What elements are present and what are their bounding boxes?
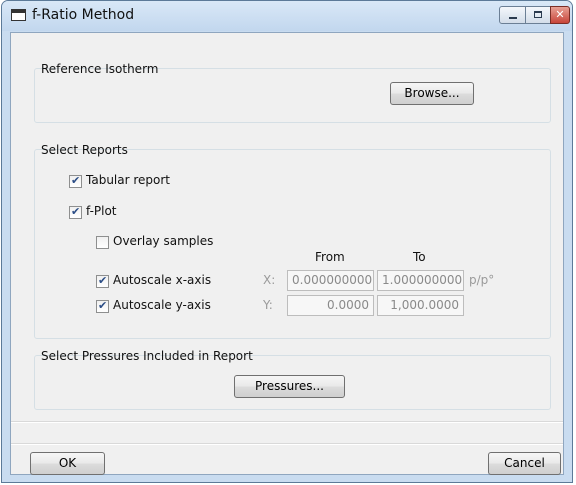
close-icon: ✕ [555, 8, 565, 21]
autoscale-y-label[interactable]: Autoscale y-axis [113, 298, 211, 312]
pressures-button[interactable]: Pressures... [234, 375, 345, 398]
y-from-field[interactable]: 0.0000 [287, 295, 374, 316]
footer-separator [11, 421, 563, 423]
close-button[interactable]: ✕ [550, 6, 570, 24]
maximize-icon [534, 11, 542, 18]
x-axis-unit: p/p° [469, 273, 495, 287]
tabular-report-label[interactable]: Tabular report [86, 173, 170, 187]
y-to-field[interactable]: 1,000.0000 [377, 295, 464, 316]
minimize-button[interactable] [499, 6, 526, 24]
minimize-icon [509, 17, 517, 19]
dialog-client-area: Reference Isotherm Browse... Select Repo… [10, 32, 564, 475]
y-axis-prefix: Y: [263, 298, 273, 312]
select-reports-title: Select Reports [41, 143, 128, 157]
window-app-icon [11, 9, 26, 21]
pressures-title: Select Pressures Included in Report [41, 349, 253, 363]
from-column-header: From [315, 250, 345, 264]
title-bar[interactable]: f-Ratio Method ✕ [2, 1, 572, 31]
dialog-window: f-Ratio Method ✕ Reference Isotherm Brow… [1, 0, 573, 483]
to-column-header: To [413, 250, 426, 264]
overlay-samples-label[interactable]: Overlay samples [113, 234, 213, 248]
x-from-field[interactable]: 0.000000000 [287, 270, 374, 291]
x-to-field[interactable]: 1.000000000 [377, 270, 464, 291]
autoscale-x-checkbox[interactable] [96, 274, 109, 288]
autoscale-y-checkbox[interactable] [96, 299, 109, 313]
cancel-button[interactable]: Cancel [488, 452, 561, 475]
ok-button[interactable]: OK [30, 452, 105, 475]
overlay-samples-checkbox[interactable] [96, 236, 109, 249]
footer-separator-lower [11, 443, 563, 445]
x-axis-prefix: X: [263, 273, 276, 287]
browse-button[interactable]: Browse... [390, 82, 474, 105]
window-title: f-Ratio Method [32, 7, 135, 23]
tabular-report-checkbox[interactable] [69, 174, 82, 188]
maximize-button[interactable] [525, 6, 551, 24]
reference-isotherm-title: Reference Isotherm [41, 62, 159, 76]
f-plot-label[interactable]: f-Plot [86, 204, 117, 218]
f-plot-checkbox[interactable] [69, 205, 82, 219]
autoscale-x-label[interactable]: Autoscale x-axis [113, 273, 211, 287]
